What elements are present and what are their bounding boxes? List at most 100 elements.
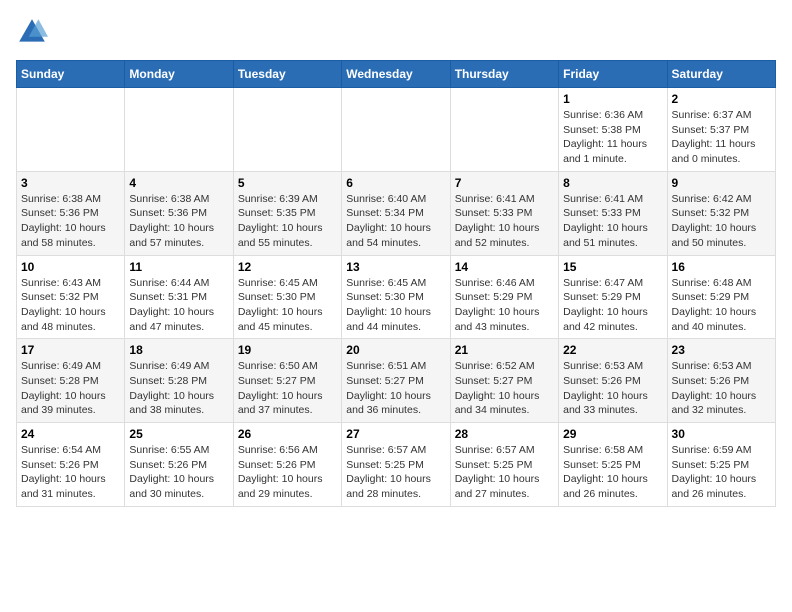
calendar-cell: 20 Sunrise: 6:51 AM Sunset: 5:27 PM Dayli… bbox=[342, 339, 450, 423]
day-info: Sunrise: 6:40 AM Sunset: 5:34 PM Dayligh… bbox=[346, 192, 445, 251]
calendar-week-row: 17 Sunrise: 6:49 AM Sunset: 5:28 PM Dayli… bbox=[17, 339, 776, 423]
calendar-cell bbox=[233, 88, 341, 172]
day-number: 28 bbox=[455, 427, 554, 441]
day-number: 4 bbox=[129, 176, 228, 190]
day-number: 6 bbox=[346, 176, 445, 190]
calendar-cell: 28 Sunrise: 6:57 AM Sunset: 5:25 PM Dayli… bbox=[450, 423, 558, 507]
calendar-week-row: 1Sunrise: 6:36 AM Sunset: 5:38 PM Daylig… bbox=[17, 88, 776, 172]
day-number: 2 bbox=[672, 92, 771, 106]
day-number: 5 bbox=[238, 176, 337, 190]
calendar-cell: 2 Sunrise: 6:37 AM Sunset: 5:37 PM Daylig… bbox=[667, 88, 775, 172]
calendar-cell: 1Sunrise: 6:36 AM Sunset: 5:38 PM Daylig… bbox=[559, 88, 667, 172]
calendar-cell: 23 Sunrise: 6:53 AM Sunset: 5:26 PM Dayli… bbox=[667, 339, 775, 423]
day-number: 7 bbox=[455, 176, 554, 190]
calendar-cell bbox=[17, 88, 125, 172]
calendar-day-header: Saturday bbox=[667, 61, 775, 88]
calendar-cell: 22Sunrise: 6:53 AM Sunset: 5:26 PM Dayli… bbox=[559, 339, 667, 423]
calendar-cell: 16 Sunrise: 6:48 AM Sunset: 5:29 PM Dayli… bbox=[667, 255, 775, 339]
day-number: 15 bbox=[563, 260, 662, 274]
day-number: 17 bbox=[21, 343, 120, 357]
calendar-day-header: Wednesday bbox=[342, 61, 450, 88]
calendar-cell: 19 Sunrise: 6:50 AM Sunset: 5:27 PM Dayli… bbox=[233, 339, 341, 423]
calendar-week-row: 10Sunrise: 6:43 AM Sunset: 5:32 PM Dayli… bbox=[17, 255, 776, 339]
day-number: 13 bbox=[346, 260, 445, 274]
day-info: Sunrise: 6:41 AM Sunset: 5:33 PM Dayligh… bbox=[563, 192, 662, 251]
day-info: Sunrise: 6:47 AM Sunset: 5:29 PM Dayligh… bbox=[563, 276, 662, 335]
calendar-cell: 21 Sunrise: 6:52 AM Sunset: 5:27 PM Dayli… bbox=[450, 339, 558, 423]
day-info: Sunrise: 6:44 AM Sunset: 5:31 PM Dayligh… bbox=[129, 276, 228, 335]
calendar-cell: 13 Sunrise: 6:45 AM Sunset: 5:30 PM Dayli… bbox=[342, 255, 450, 339]
calendar-week-row: 3 Sunrise: 6:38 AM Sunset: 5:36 PM Daylig… bbox=[17, 171, 776, 255]
day-info: Sunrise: 6:37 AM Sunset: 5:37 PM Dayligh… bbox=[672, 108, 771, 167]
calendar-cell: 29 Sunrise: 6:58 AM Sunset: 5:25 PM Dayli… bbox=[559, 423, 667, 507]
day-info: Sunrise: 6:59 AM Sunset: 5:25 PM Dayligh… bbox=[672, 443, 771, 502]
day-number: 3 bbox=[21, 176, 120, 190]
day-info: Sunrise: 6:52 AM Sunset: 5:27 PM Dayligh… bbox=[455, 359, 554, 418]
day-info: Sunrise: 6:41 AM Sunset: 5:33 PM Dayligh… bbox=[455, 192, 554, 251]
day-info: Sunrise: 6:50 AM Sunset: 5:27 PM Dayligh… bbox=[238, 359, 337, 418]
calendar-cell: 27 Sunrise: 6:57 AM Sunset: 5:25 PM Dayli… bbox=[342, 423, 450, 507]
day-number: 1 bbox=[563, 92, 662, 106]
day-info: Sunrise: 6:57 AM Sunset: 5:25 PM Dayligh… bbox=[455, 443, 554, 502]
calendar-cell: 18 Sunrise: 6:49 AM Sunset: 5:28 PM Dayli… bbox=[125, 339, 233, 423]
logo bbox=[16, 16, 52, 48]
day-number: 27 bbox=[346, 427, 445, 441]
calendar-cell: 26 Sunrise: 6:56 AM Sunset: 5:26 PM Dayli… bbox=[233, 423, 341, 507]
calendar-cell: 8 Sunrise: 6:41 AM Sunset: 5:33 PM Daylig… bbox=[559, 171, 667, 255]
day-info: Sunrise: 6:58 AM Sunset: 5:25 PM Dayligh… bbox=[563, 443, 662, 502]
day-info: Sunrise: 6:42 AM Sunset: 5:32 PM Dayligh… bbox=[672, 192, 771, 251]
calendar-day-header: Thursday bbox=[450, 61, 558, 88]
day-info: Sunrise: 6:46 AM Sunset: 5:29 PM Dayligh… bbox=[455, 276, 554, 335]
day-number: 19 bbox=[238, 343, 337, 357]
day-number: 24 bbox=[21, 427, 120, 441]
day-number: 16 bbox=[672, 260, 771, 274]
calendar-cell: 14 Sunrise: 6:46 AM Sunset: 5:29 PM Dayli… bbox=[450, 255, 558, 339]
day-number: 30 bbox=[672, 427, 771, 441]
day-info: Sunrise: 6:56 AM Sunset: 5:26 PM Dayligh… bbox=[238, 443, 337, 502]
day-number: 8 bbox=[563, 176, 662, 190]
calendar-week-row: 24Sunrise: 6:54 AM Sunset: 5:26 PM Dayli… bbox=[17, 423, 776, 507]
calendar-day-header: Friday bbox=[559, 61, 667, 88]
calendar-day-header: Sunday bbox=[17, 61, 125, 88]
calendar-cell: 10Sunrise: 6:43 AM Sunset: 5:32 PM Dayli… bbox=[17, 255, 125, 339]
day-number: 10 bbox=[21, 260, 120, 274]
day-number: 23 bbox=[672, 343, 771, 357]
day-number: 29 bbox=[563, 427, 662, 441]
day-info: Sunrise: 6:51 AM Sunset: 5:27 PM Dayligh… bbox=[346, 359, 445, 418]
day-info: Sunrise: 6:49 AM Sunset: 5:28 PM Dayligh… bbox=[21, 359, 120, 418]
day-info: Sunrise: 6:45 AM Sunset: 5:30 PM Dayligh… bbox=[346, 276, 445, 335]
day-number: 18 bbox=[129, 343, 228, 357]
day-number: 14 bbox=[455, 260, 554, 274]
day-info: Sunrise: 6:45 AM Sunset: 5:30 PM Dayligh… bbox=[238, 276, 337, 335]
day-number: 11 bbox=[129, 260, 228, 274]
page-header bbox=[16, 16, 776, 48]
calendar-cell: 4Sunrise: 6:38 AM Sunset: 5:36 PM Daylig… bbox=[125, 171, 233, 255]
day-info: Sunrise: 6:57 AM Sunset: 5:25 PM Dayligh… bbox=[346, 443, 445, 502]
day-number: 25 bbox=[129, 427, 228, 441]
logo-icon bbox=[16, 16, 48, 48]
calendar-table: SundayMondayTuesdayWednesdayThursdayFrid… bbox=[16, 60, 776, 507]
day-number: 12 bbox=[238, 260, 337, 274]
calendar-cell: 6 Sunrise: 6:40 AM Sunset: 5:34 PM Daylig… bbox=[342, 171, 450, 255]
calendar-cell: 5 Sunrise: 6:39 AM Sunset: 5:35 PM Daylig… bbox=[233, 171, 341, 255]
day-number: 21 bbox=[455, 343, 554, 357]
day-info: Sunrise: 6:39 AM Sunset: 5:35 PM Dayligh… bbox=[238, 192, 337, 251]
calendar-cell: 25Sunrise: 6:55 AM Sunset: 5:26 PM Dayli… bbox=[125, 423, 233, 507]
calendar-day-header: Monday bbox=[125, 61, 233, 88]
calendar-cell: 9Sunrise: 6:42 AM Sunset: 5:32 PM Daylig… bbox=[667, 171, 775, 255]
calendar-cell: 3 Sunrise: 6:38 AM Sunset: 5:36 PM Daylig… bbox=[17, 171, 125, 255]
day-info: Sunrise: 6:48 AM Sunset: 5:29 PM Dayligh… bbox=[672, 276, 771, 335]
day-info: Sunrise: 6:53 AM Sunset: 5:26 PM Dayligh… bbox=[563, 359, 662, 418]
calendar-header-row: SundayMondayTuesdayWednesdayThursdayFrid… bbox=[17, 61, 776, 88]
calendar-cell: 17 Sunrise: 6:49 AM Sunset: 5:28 PM Dayli… bbox=[17, 339, 125, 423]
day-number: 26 bbox=[238, 427, 337, 441]
day-number: 20 bbox=[346, 343, 445, 357]
day-info: Sunrise: 6:38 AM Sunset: 5:36 PM Dayligh… bbox=[21, 192, 120, 251]
calendar-cell: 12 Sunrise: 6:45 AM Sunset: 5:30 PM Dayli… bbox=[233, 255, 341, 339]
calendar-cell bbox=[125, 88, 233, 172]
calendar-cell bbox=[450, 88, 558, 172]
calendar-day-header: Tuesday bbox=[233, 61, 341, 88]
day-info: Sunrise: 6:49 AM Sunset: 5:28 PM Dayligh… bbox=[129, 359, 228, 418]
day-info: Sunrise: 6:53 AM Sunset: 5:26 PM Dayligh… bbox=[672, 359, 771, 418]
calendar-cell: 15 Sunrise: 6:47 AM Sunset: 5:29 PM Dayli… bbox=[559, 255, 667, 339]
